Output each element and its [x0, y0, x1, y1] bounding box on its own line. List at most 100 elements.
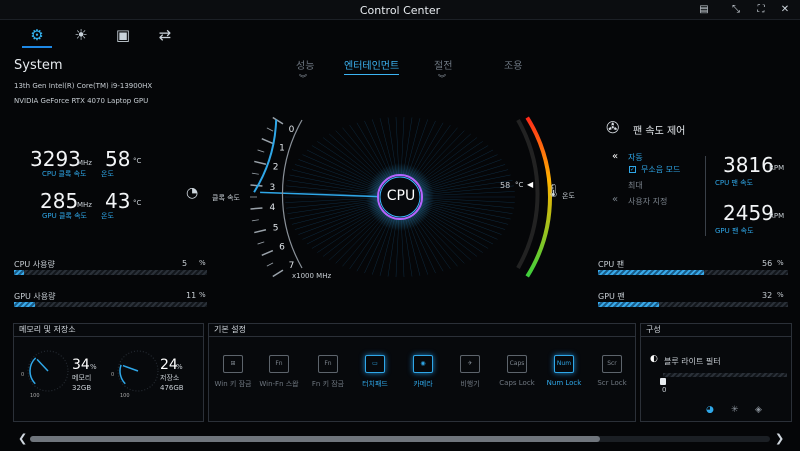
temp-pointer-icon: ◀: [527, 180, 534, 189]
toggle-tile-label: Caps Lock: [499, 379, 535, 387]
cpu-temp-label: 온도: [101, 170, 114, 178]
gpu-usage-percent: %: [199, 291, 206, 299]
document-icon[interactable]: ▤: [697, 3, 711, 17]
storage-gauge-needle: [122, 364, 139, 372]
gpu-fan-percent: %: [777, 291, 784, 299]
gpu-temp-value: 43: [105, 189, 131, 213]
toggle-tile-6[interactable]: Caps Caps Lock: [496, 355, 538, 387]
memory-gauge-arc: [29, 357, 37, 385]
fn-key-icon[interactable]: ▣: [108, 22, 138, 48]
toggle-tile-4[interactable]: ◉ 카메라: [402, 355, 444, 389]
display-brightness-icon[interactable]: ☀: [66, 22, 96, 48]
gpu-fan-pct: 32: [762, 291, 773, 300]
gpu-fan-rpm-unit: RPM: [769, 212, 785, 220]
cpu-clock-value: 3293: [30, 147, 81, 171]
gauge-tick-label: 3: [270, 183, 276, 193]
fan-mode-auto[interactable]: 자동: [628, 152, 643, 163]
gpu-usage-label: GPU 사용량: [14, 292, 56, 301]
chevron-down-icon: ︾: [299, 74, 307, 83]
toggle-tile-3[interactable]: ▭ 터치패드: [354, 355, 396, 389]
cpu-usage-percent: %: [199, 259, 206, 267]
cpu-usage-label: CPU 사용량: [14, 260, 55, 269]
sound-mode-icon[interactable]: ◈: [755, 405, 762, 415]
memory-percent-sign: %: [90, 363, 97, 371]
gpu-name: NVIDIA GeForce RTX 4070 Laptop GPU: [14, 97, 149, 105]
fan-mode-custom[interactable]: 사용자 지정: [628, 196, 667, 207]
scroll-right-icon[interactable]: ❯: [775, 432, 784, 445]
brightness-mode-icon[interactable]: ✳: [731, 405, 739, 415]
toggle-tile-8[interactable]: Scr Scr Lock: [591, 355, 633, 387]
toggle-tile-label: Fn 키 잠금: [311, 380, 345, 388]
silent-mode-label: 무소음 모드: [641, 165, 681, 174]
memory-scale-min: 0: [21, 372, 25, 378]
chevron-left-icon: «: [612, 194, 619, 205]
window-title: Control Center: [359, 4, 441, 17]
color-mode-icon[interactable]: ◕: [706, 405, 714, 415]
tab-entertainment[interactable]: 엔터테인먼트: [344, 57, 400, 75]
cpu-fan-percent: %: [777, 259, 784, 267]
storage-scale-max: 100: [120, 393, 130, 399]
gpu-fan-label: GPU 팬 속도: [715, 227, 754, 235]
gauge-unit: x1000 MHz: [292, 272, 332, 280]
blue-light-slider[interactable]: [663, 373, 787, 377]
toggle-tile-icon: Caps: [507, 355, 527, 373]
toggle-tile-icon: Fn: [318, 355, 338, 373]
gpu-fan-bar: [598, 302, 788, 307]
gauge-tick: [257, 241, 265, 245]
gauge-tick: [250, 184, 263, 187]
horizontal-scrollbar-thumb[interactable]: [30, 436, 600, 442]
toggle-tile-label: Win 키 잠금: [214, 380, 252, 388]
scroll-left-icon[interactable]: ❮: [18, 432, 27, 445]
cpu-fan-label: CPU 팬 속도: [715, 179, 754, 187]
fan-mode-max[interactable]: 최대: [628, 180, 643, 191]
toggle-tile-label: 터치패드: [362, 380, 388, 388]
toggle-tile-label: Num Lock: [546, 379, 582, 387]
storage-label: 저장소: [160, 374, 180, 382]
gauge-tick: [266, 262, 274, 267]
cpu-fan-rpm: 3816: [723, 153, 774, 177]
gpu-clock-unit: MHz: [77, 201, 92, 209]
toggle-tile-icon: Fn: [269, 355, 289, 373]
toggle-tile-2[interactable]: Fn Fn 키 잠금: [307, 355, 349, 389]
cpu-usage-value: 5: [182, 259, 188, 268]
gauge-tick: [272, 116, 284, 125]
close-icon[interactable]: ✕: [778, 3, 792, 17]
toggle-tile-7[interactable]: Num Num Lock: [543, 355, 585, 387]
usb-device-icon[interactable]: ⇄: [150, 22, 180, 48]
gauge-tick-label: 5: [273, 223, 279, 233]
silent-mode-checkbox[interactable]: ✓: [629, 164, 636, 174]
gpu-usage-value: 11: [186, 291, 197, 300]
toggle-tile-label: Scr Lock: [597, 379, 627, 387]
toggle-tile-1[interactable]: Fn Win-Fn 스왑: [258, 355, 300, 389]
toggle-tile-5[interactable]: ✈ 비행기: [449, 355, 491, 389]
tab-quiet[interactable]: 조용: [504, 57, 522, 72]
gauge-clock-label: 클록 속도: [212, 194, 240, 202]
memory-label: 메모리: [72, 374, 92, 382]
config-title: 구성: [641, 324, 791, 337]
cpu-fan-pct: 56: [762, 259, 773, 268]
gauge-temp-value: 58: [500, 181, 511, 190]
fullscreen-icon[interactable]: ⛶: [754, 3, 768, 17]
tab-performance[interactable]: 성능: [296, 57, 314, 72]
fan-icon: ✇: [606, 118, 620, 137]
settings-icon[interactable]: ⚙: [22, 22, 52, 48]
gauge-tick-label: 0: [289, 125, 295, 135]
cpu-name: 13th Gen Intel(R) Core(TM) i9-13900HX: [14, 82, 153, 90]
blue-light-value: 0: [662, 386, 667, 394]
gpu-temp-label: 온도: [101, 212, 114, 220]
gauge-tick: [272, 269, 284, 278]
minimize-icon[interactable]: ⤡: [729, 3, 743, 17]
tab-power-saving[interactable]: 절전: [434, 57, 452, 72]
check-icon: ✓: [629, 166, 636, 173]
cpu-temp-value: 58: [105, 147, 131, 171]
toggle-tile-icon: ◉: [413, 355, 433, 373]
gauge-tick: [251, 172, 259, 175]
gpu-clock-value: 285: [40, 189, 79, 213]
toggle-tile-icon: Scr: [602, 355, 622, 373]
toggle-tile-0[interactable]: ⊞ Win 키 잠금: [212, 355, 254, 389]
memory-pct: 34: [72, 357, 90, 373]
gauge-tick: [266, 127, 274, 132]
cpu-fan-rpm-unit: RPM: [769, 164, 785, 172]
blue-light-slider-handle[interactable]: [660, 378, 666, 385]
toggle-tile-icon: ⊞: [223, 355, 243, 373]
